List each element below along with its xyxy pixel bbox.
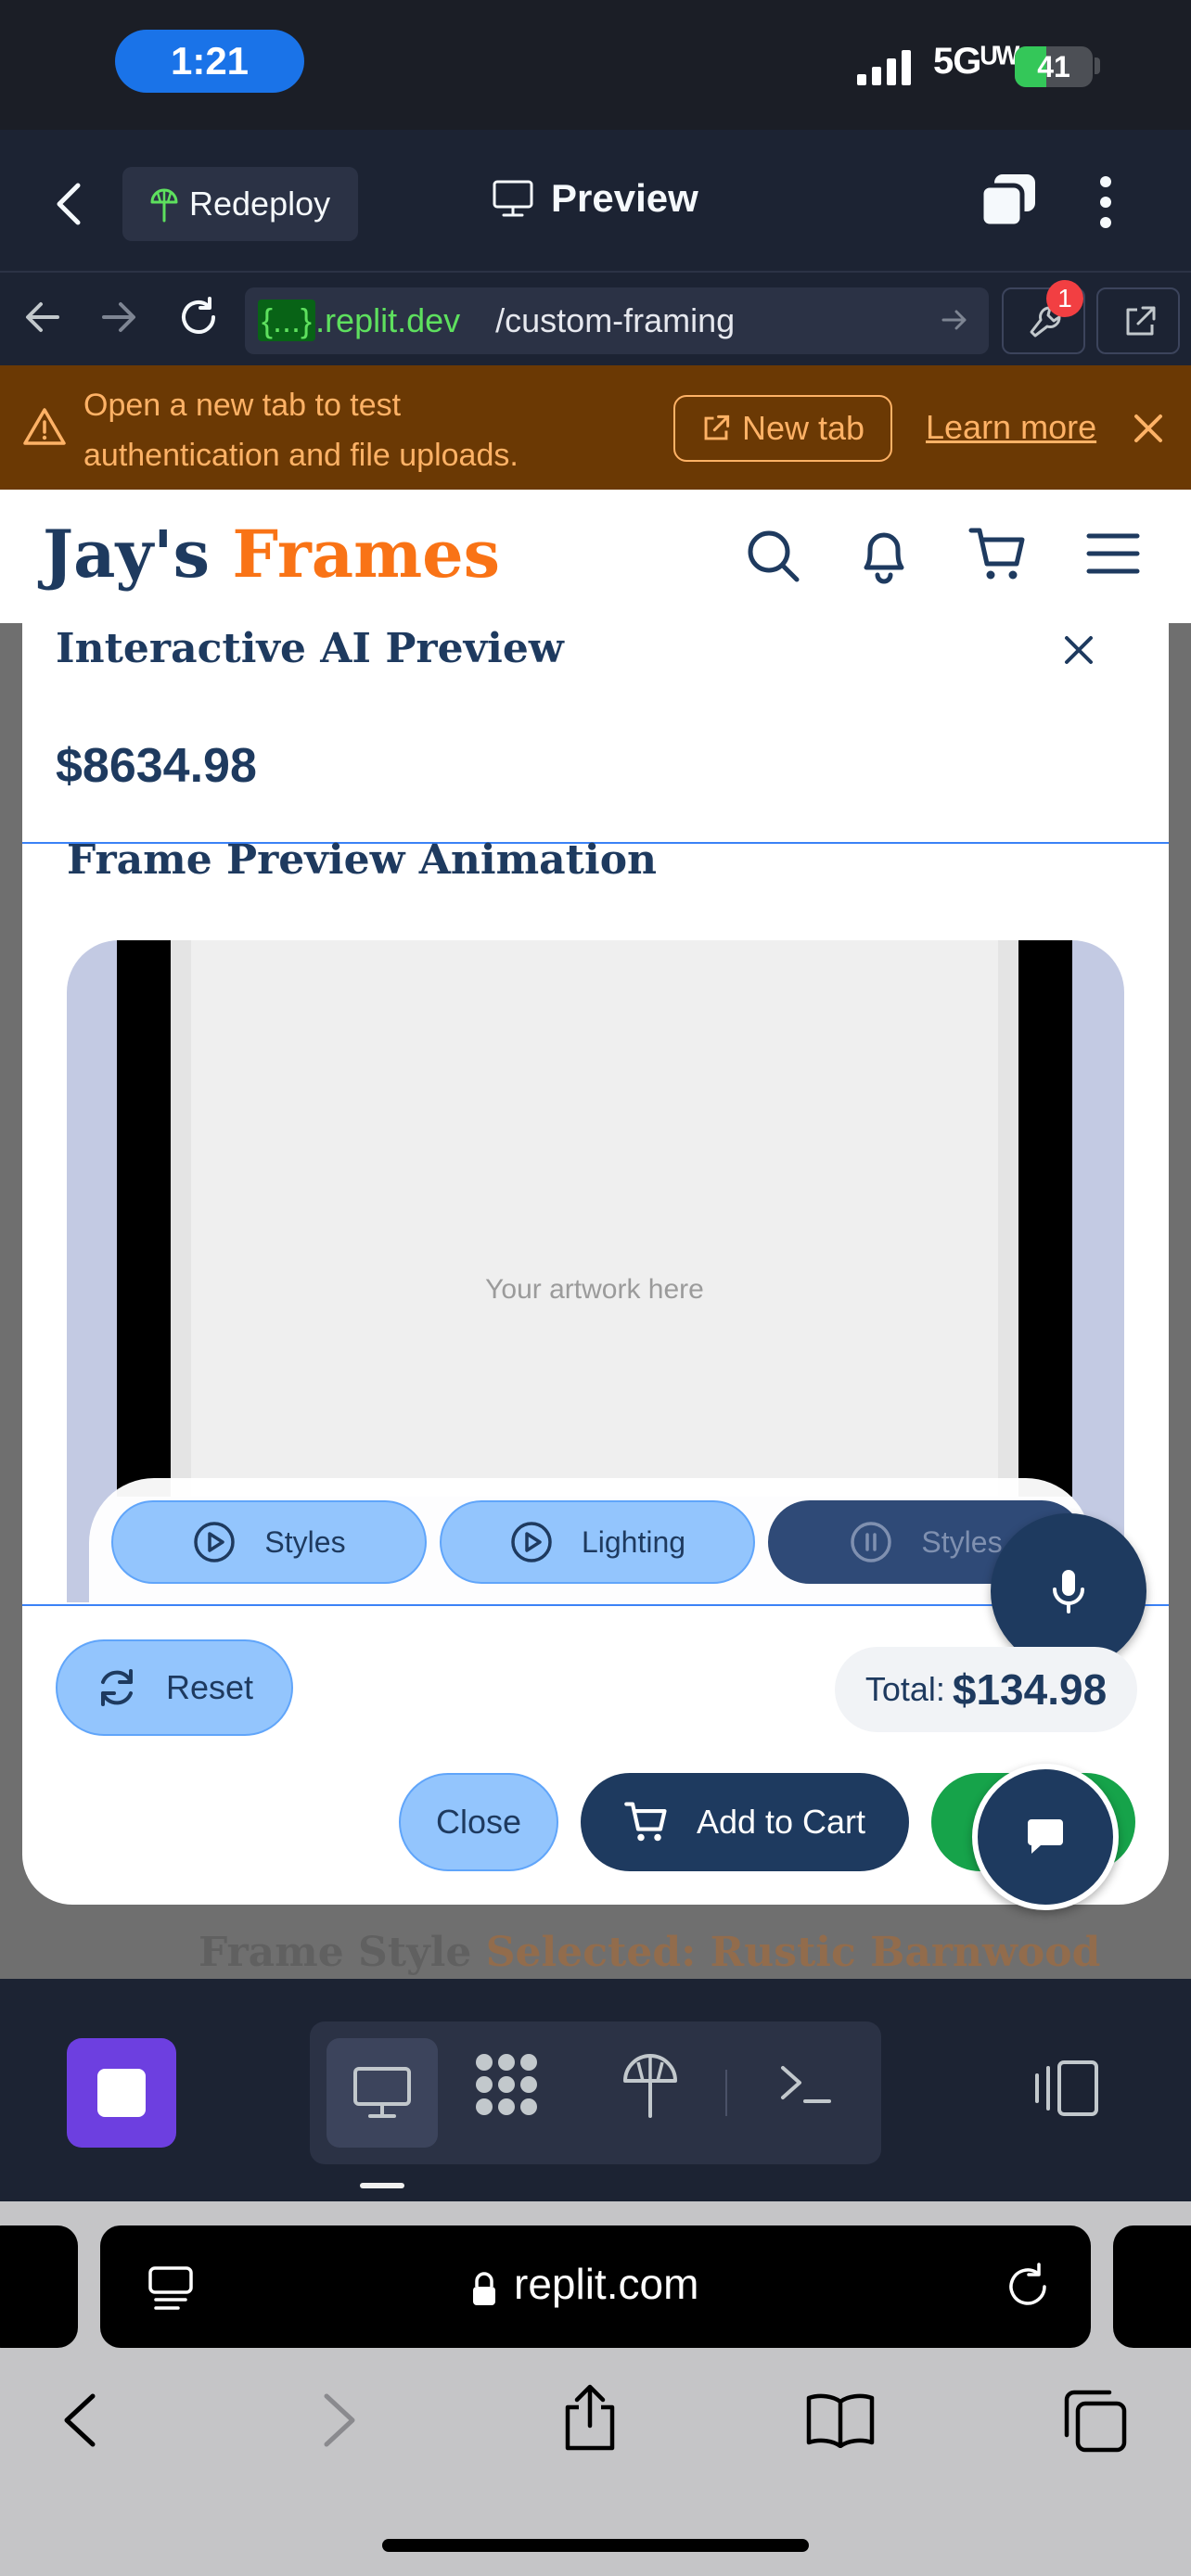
lock-icon — [471, 2272, 497, 2307]
total-price: Total: $134.98 — [835, 1647, 1137, 1732]
nav-forward-icon[interactable] — [100, 299, 137, 336]
external-link-icon — [1126, 306, 1156, 336]
shell-icon[interactable] — [777, 2060, 833, 2111]
nav-back-icon[interactable] — [24, 299, 61, 336]
logo-part-2: Frames — [232, 516, 501, 593]
total-label: Total: — [864, 1670, 945, 1708]
styles-active-label: Styles — [921, 1524, 1003, 1559]
new-tab-button[interactable]: New tab — [673, 395, 892, 462]
pause-circle-icon — [849, 1520, 893, 1564]
reset-label: Reset — [165, 1668, 254, 1706]
open-new-window-button[interactable] — [1096, 287, 1180, 354]
page-menu-icon[interactable] — [147, 2264, 195, 2313]
back-icon[interactable] — [52, 182, 85, 226]
add-to-cart-button[interactable]: Add to Cart — [581, 1773, 909, 1871]
stop-app-button[interactable] — [67, 2038, 176, 2148]
banner-message: Open a new tab to test authentication an… — [83, 380, 603, 480]
backdrop-label: Frame Style — [198, 1929, 472, 1976]
banner-message-line2: authentication and file uploads. — [83, 438, 519, 473]
split-view-icon[interactable] — [1031, 2059, 1102, 2118]
monitor-icon — [492, 179, 534, 218]
safari-reload-icon[interactable] — [1004, 2263, 1052, 2311]
frame-border-left — [117, 940, 171, 1497]
previous-tab-peek[interactable] — [0, 2225, 78, 2348]
redeploy-label: Redeploy — [189, 185, 331, 223]
tool-divider — [725, 2070, 727, 2116]
chat-button[interactable] — [972, 1764, 1119, 1910]
add-to-cart-label: Add to Cart — [696, 1803, 866, 1841]
bell-icon[interactable] — [857, 525, 911, 584]
redeploy-button[interactable]: Redeploy — [122, 167, 358, 241]
play-circle-icon — [509, 1520, 554, 1564]
deploy-icon — [148, 185, 180, 223]
lighting-animation-button[interactable]: Lighting — [440, 1500, 755, 1584]
hamburger-menu-icon[interactable] — [1085, 530, 1141, 577]
learn-more-link[interactable]: Learn more — [926, 408, 1096, 447]
stop-icon — [97, 2069, 146, 2117]
devtools-badge: 1 — [1046, 280, 1083, 317]
banner-message-line1: Open a new tab to test — [83, 388, 402, 423]
warning-icon — [22, 406, 67, 447]
section-title: Frame Preview Animation — [67, 836, 658, 884]
apps-icon[interactable] — [471, 2049, 542, 2120]
banner-close-icon[interactable] — [1132, 412, 1165, 445]
battery-level: 41 — [1037, 50, 1070, 83]
reload-icon[interactable] — [176, 295, 221, 339]
signal-icon — [855, 48, 920, 85]
modal-title: Interactive AI Preview — [56, 625, 564, 672]
chat-bubble-icon — [1024, 1817, 1067, 1856]
preview-label: Preview — [551, 176, 698, 220]
preview-tool-button[interactable] — [327, 2038, 438, 2148]
tabs-overview-icon[interactable] — [1063, 2389, 1128, 2454]
frame-border-right — [1018, 940, 1072, 1497]
deployments-icon[interactable] — [620, 2049, 681, 2120]
artwork-placeholder: Your artwork here — [485, 1274, 704, 1305]
site-logo[interactable]: Jay's Frames — [43, 516, 500, 593]
search-icon[interactable] — [744, 527, 801, 584]
battery-icon: 41 — [1015, 46, 1093, 87]
play-circle-icon — [192, 1520, 237, 1564]
backdrop-value: Selected: Rustic Barnwood — [485, 1929, 1101, 1976]
share-icon[interactable] — [560, 2383, 620, 2454]
voice-assistant-button[interactable] — [991, 1513, 1146, 1669]
url-host: {...} .replit.dev — [258, 300, 461, 341]
refresh-icon — [96, 1666, 138, 1709]
modal-price: $8634.98 — [56, 739, 257, 793]
reset-button[interactable]: Reset — [56, 1639, 293, 1736]
safari-back-icon[interactable] — [59, 2392, 100, 2448]
more-options-icon[interactable] — [1098, 174, 1113, 230]
modal-close-icon[interactable] — [1063, 634, 1095, 666]
status-time: 1:21 — [115, 30, 304, 93]
url-host-domain: .replit.dev — [315, 301, 461, 339]
styles-animation-button[interactable]: Styles — [111, 1500, 427, 1584]
bookmarks-icon[interactable] — [805, 2392, 876, 2448]
url-path: /custom-framing — [495, 301, 736, 339]
scroll-indicator — [360, 2183, 404, 2188]
close-button[interactable]: Close — [399, 1773, 558, 1871]
cart-icon — [624, 1801, 669, 1843]
next-tab-peek[interactable] — [1113, 2225, 1191, 2348]
styles-label: Styles — [264, 1524, 346, 1559]
go-arrow-icon[interactable] — [941, 306, 968, 334]
external-link-icon — [701, 414, 731, 443]
url-host-placeholder: {...} — [258, 300, 316, 341]
backdrop-heading: Frame Style Selected: Rustic Barnwood — [198, 1929, 1100, 1976]
total-value: $134.98 — [952, 1665, 1108, 1714]
artwork-area — [191, 940, 998, 1497]
home-indicator — [382, 2539, 809, 2552]
logo-part-1: Jay's — [43, 516, 210, 593]
monitor-icon — [353, 2067, 411, 2118]
microphone-icon — [1050, 1567, 1087, 1615]
switch-tabs-icon[interactable] — [978, 172, 1039, 230]
lighting-label: Lighting — [581, 1524, 686, 1559]
network-type: 5Gᵁᵂ — [933, 41, 1019, 82]
safari-url-host: replit.com — [514, 2260, 699, 2308]
new-tab-label: New tab — [741, 409, 865, 447]
cart-icon[interactable] — [968, 527, 1028, 582]
safari-forward-icon[interactable] — [319, 2392, 360, 2448]
url-input[interactable]: {...} .replit.dev /custom-framing — [245, 287, 989, 354]
preview-title: Preview — [492, 176, 698, 221]
battery-cap — [1095, 57, 1100, 74]
